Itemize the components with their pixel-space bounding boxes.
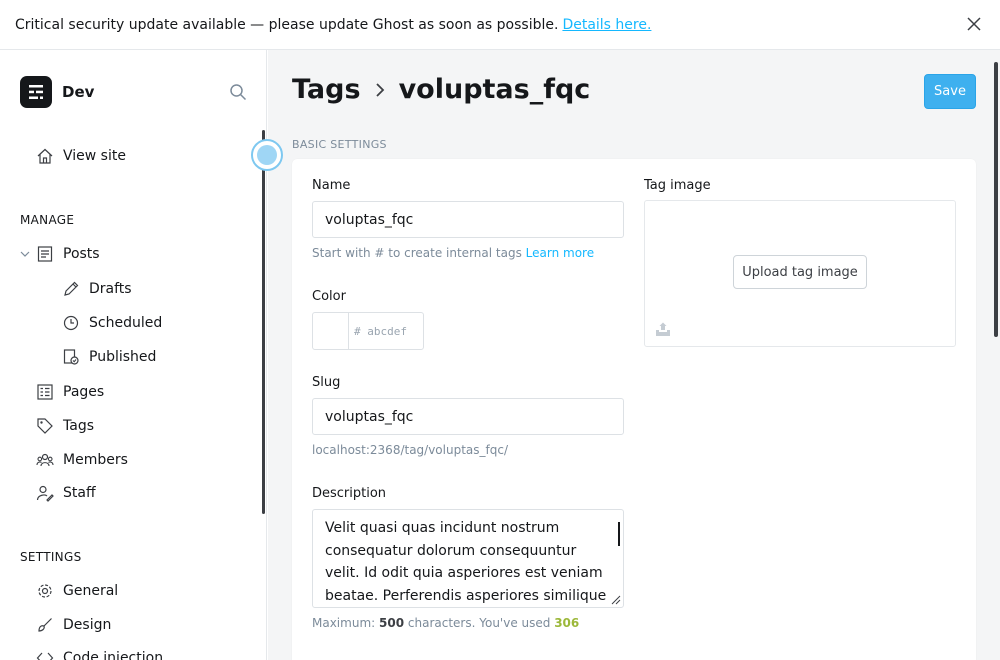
nav-pages[interactable]: Pages <box>36 379 104 405</box>
tag-image-label: Tag image <box>644 178 711 193</box>
character-counter: Maximum: 500 characters. You've used 306 <box>312 616 579 630</box>
nav-posts[interactable]: Posts <box>36 241 100 267</box>
brush-icon <box>38 618 52 632</box>
scroll-indicator[interactable] <box>251 139 283 171</box>
color-swatch[interactable] <box>313 313 349 349</box>
learn-more-link[interactable]: Learn more <box>526 246 594 260</box>
gear-icon <box>38 584 52 598</box>
breadcrumb: Tags voluptas_fqc <box>292 74 590 105</box>
site-name: Dev <box>62 83 95 101</box>
counter-max: 500 <box>379 616 405 630</box>
nav-label: Posts <box>63 246 100 262</box>
nav-label: General <box>63 583 119 599</box>
description-text: Velit quasi quas incidunt nostrum conseq… <box>325 520 607 604</box>
staff-icon <box>36 485 54 502</box>
nav-design[interactable]: Design <box>36 612 111 638</box>
scroll-indicator-dot <box>257 145 277 165</box>
brand[interactable]: Dev <box>20 76 94 108</box>
image-icon <box>656 322 670 336</box>
banner-details-link[interactable]: Details here. <box>562 17 651 33</box>
close-icon[interactable] <box>966 16 982 32</box>
nav-code-injection[interactable]: Code injection <box>36 645 163 660</box>
nav-label: Published <box>89 349 157 365</box>
description-label: Description <box>312 486 387 501</box>
color-field: # abcdef <box>312 312 424 350</box>
search-icon[interactable] <box>229 83 247 101</box>
main-scrollbar[interactable] <box>994 62 998 337</box>
pencil-icon <box>64 281 79 296</box>
nav-general[interactable]: General <box>36 578 118 604</box>
clock-icon <box>63 315 79 331</box>
members-icon <box>36 453 54 467</box>
nav-staff[interactable]: Staff <box>36 480 96 506</box>
slug-url: localhost:2368/tag/voluptas_fqc/ <box>312 443 509 457</box>
nav-label: Tags <box>63 418 94 434</box>
upload-tag-image-button[interactable]: Upload tag image <box>733 255 867 289</box>
nav-label: Staff <box>63 485 96 501</box>
nav-label: Scheduled <box>89 315 163 331</box>
name-label: Name <box>312 178 351 193</box>
name-hint: Start with # to create internal tags Lea… <box>312 246 594 260</box>
nav-members[interactable]: Members <box>36 447 128 473</box>
manage-heading: MANAGE <box>20 213 75 227</box>
ghost-logo-icon <box>20 76 52 108</box>
published-icon <box>63 349 79 365</box>
basic-settings-heading: BASIC SETTINGS <box>292 138 387 151</box>
name-hint-text: Start with # to create internal tags <box>312 246 522 260</box>
sidebar-scrollbar[interactable] <box>262 130 265 514</box>
update-banner: Critical security update available — ple… <box>0 0 1000 50</box>
settings-heading: SETTINGS <box>20 550 82 564</box>
nav-label: Design <box>63 617 112 633</box>
home-icon <box>37 148 53 164</box>
main-content: Tags voluptas_fqc Save BASIC SETTINGS Na… <box>268 50 1000 660</box>
posts-icon <box>37 246 53 262</box>
tag-image-dropzone[interactable]: Upload tag image <box>644 200 956 347</box>
textarea-scrollbar[interactable] <box>618 522 620 546</box>
pages-icon <box>37 384 53 400</box>
nav-label: Code injection <box>63 650 164 660</box>
chevron-down-icon[interactable] <box>20 249 30 259</box>
page-title: voluptas_fqc <box>398 74 591 105</box>
nav-drafts[interactable]: Drafts <box>62 276 132 302</box>
tag-icon <box>37 418 53 434</box>
description-textarea[interactable]: Velit quasi quas incidunt nostrum conseq… <box>312 509 624 608</box>
nav-label: Pages <box>63 384 105 400</box>
counter-mid: characters. You've used <box>407 616 551 630</box>
banner-message: Critical security update available — ple… <box>15 16 559 33</box>
nav-published[interactable]: Published <box>62 344 156 370</box>
nav-scheduled[interactable]: Scheduled <box>62 310 162 336</box>
nav-view-site[interactable]: View site <box>36 143 126 169</box>
slug-label: Slug <box>312 375 341 390</box>
code-icon <box>36 652 54 660</box>
resize-handle-icon[interactable] <box>609 593 621 605</box>
name-input[interactable]: voluptas_fqc <box>312 201 624 238</box>
save-button[interactable]: Save <box>924 74 976 109</box>
slug-input[interactable]: voluptas_fqc <box>312 398 624 435</box>
settings-card: Name voluptas_fqc Start with # to create… <box>292 159 976 660</box>
counter-prefix: Maximum: <box>312 616 376 630</box>
color-label: Color <box>312 289 346 304</box>
chevron-right-icon <box>375 82 384 97</box>
counter-used: 306 <box>554 616 580 630</box>
breadcrumb-parent[interactable]: Tags <box>292 74 361 105</box>
nav-label: Drafts <box>89 281 132 297</box>
sidebar: Dev View site MANAGE Posts Drafts Schedu… <box>0 50 267 660</box>
nav-label: Members <box>63 452 128 468</box>
nav-label: View site <box>63 148 126 164</box>
color-hex-input[interactable]: # abcdef <box>349 313 407 349</box>
nav-tags[interactable]: Tags <box>36 413 94 439</box>
